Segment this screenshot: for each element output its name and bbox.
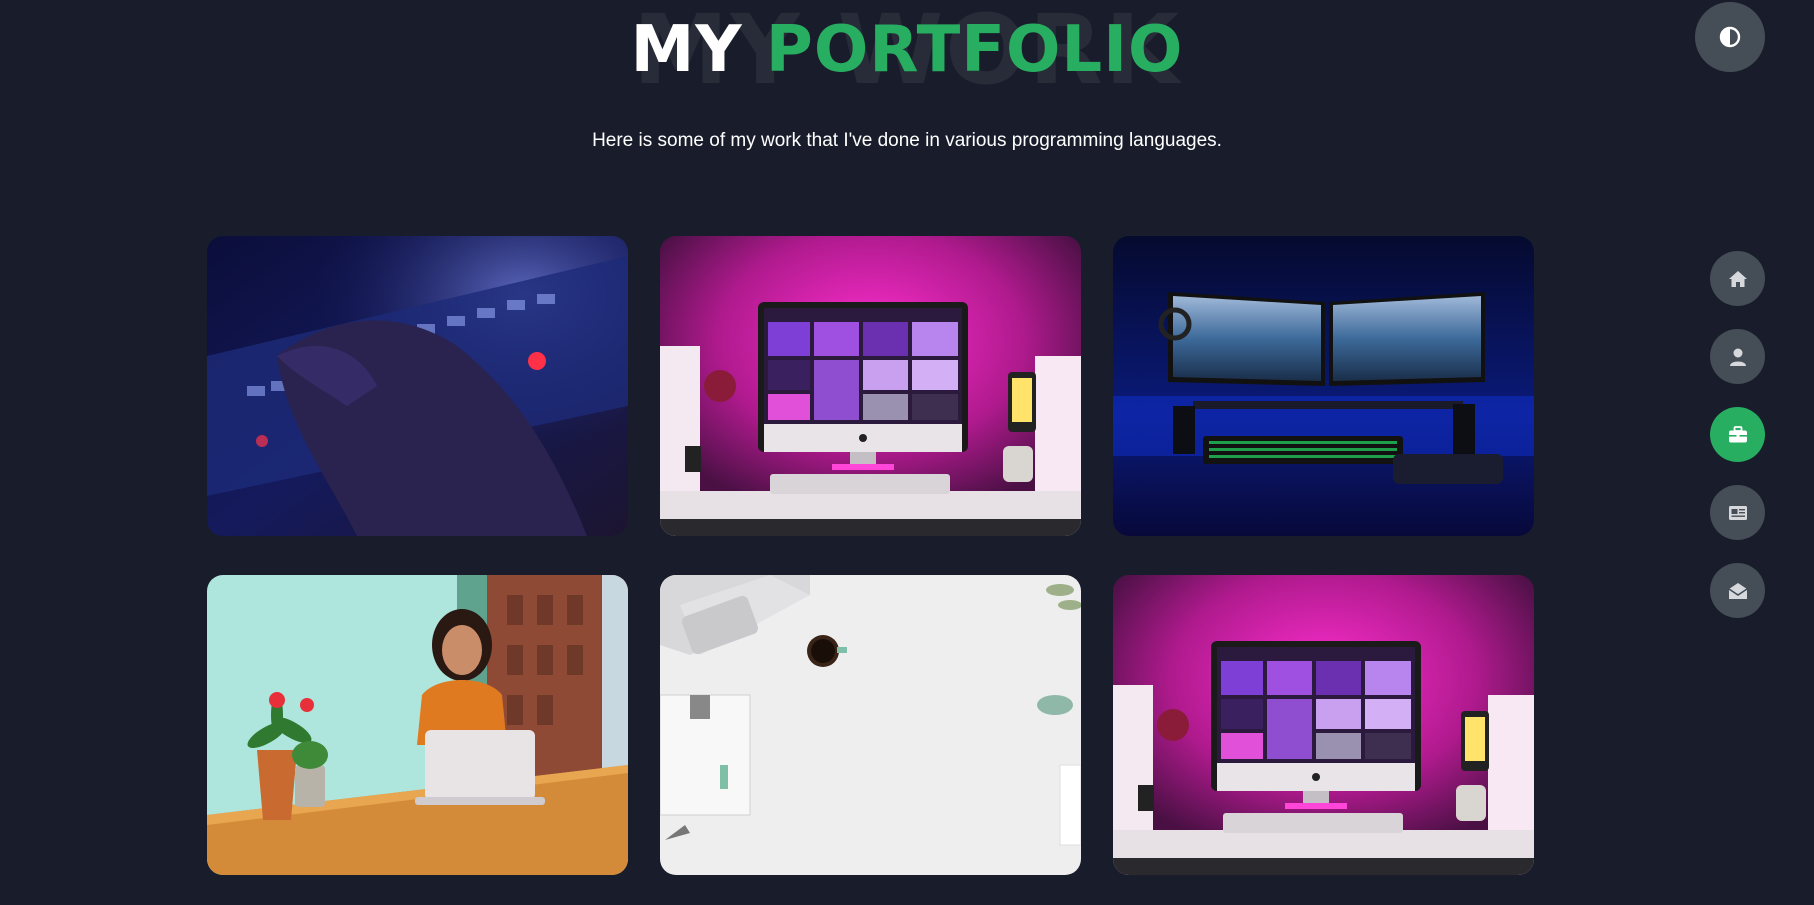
nav-contact-button[interactable] <box>1710 563 1765 618</box>
hand-on-keyboard-image <box>207 236 628 536</box>
title-accent: PORTFOLIO <box>765 13 1184 87</box>
theme-toggle-button[interactable] <box>1695 2 1765 72</box>
portfolio-item[interactable] <box>207 575 628 875</box>
portfolio-item[interactable] <box>1113 575 1534 875</box>
home-icon <box>1728 270 1747 287</box>
portfolio-item[interactable] <box>1113 236 1534 536</box>
portfolio-item[interactable] <box>207 236 628 536</box>
page-title: MY PORTFOLIO <box>0 13 1814 87</box>
envelope-open-icon <box>1728 582 1747 599</box>
nav-home-button[interactable] <box>1710 251 1765 306</box>
portfolio-grid <box>207 236 1534 875</box>
contrast-icon <box>1719 26 1741 48</box>
briefcase-icon <box>1728 425 1747 442</box>
white-desk-flatlay-image <box>660 575 1081 875</box>
section-subtitle: Here is some of my work that I've done i… <box>592 130 1222 151</box>
user-icon <box>1729 348 1746 366</box>
side-navigation <box>1710 251 1765 618</box>
title-plain: MY <box>630 13 743 87</box>
woman-with-laptop-image <box>207 575 628 875</box>
newspaper-icon <box>1728 505 1747 520</box>
nav-about-button[interactable] <box>1710 329 1765 384</box>
pink-desk-imac-image <box>1113 575 1534 875</box>
nav-portfolio-button[interactable] <box>1710 407 1765 462</box>
section-heading: MY WORK MY PORTFOLIO <box>0 0 1814 110</box>
nav-blogs-button[interactable] <box>1710 485 1765 540</box>
portfolio-item[interactable] <box>660 236 1081 536</box>
portfolio-item[interactable] <box>660 575 1081 875</box>
portfolio-page: MY WORK MY PORTFOLIO Here is some of my … <box>0 0 1814 905</box>
pink-desk-imac-image <box>660 236 1081 536</box>
dual-monitor-setup-image <box>1113 236 1534 536</box>
